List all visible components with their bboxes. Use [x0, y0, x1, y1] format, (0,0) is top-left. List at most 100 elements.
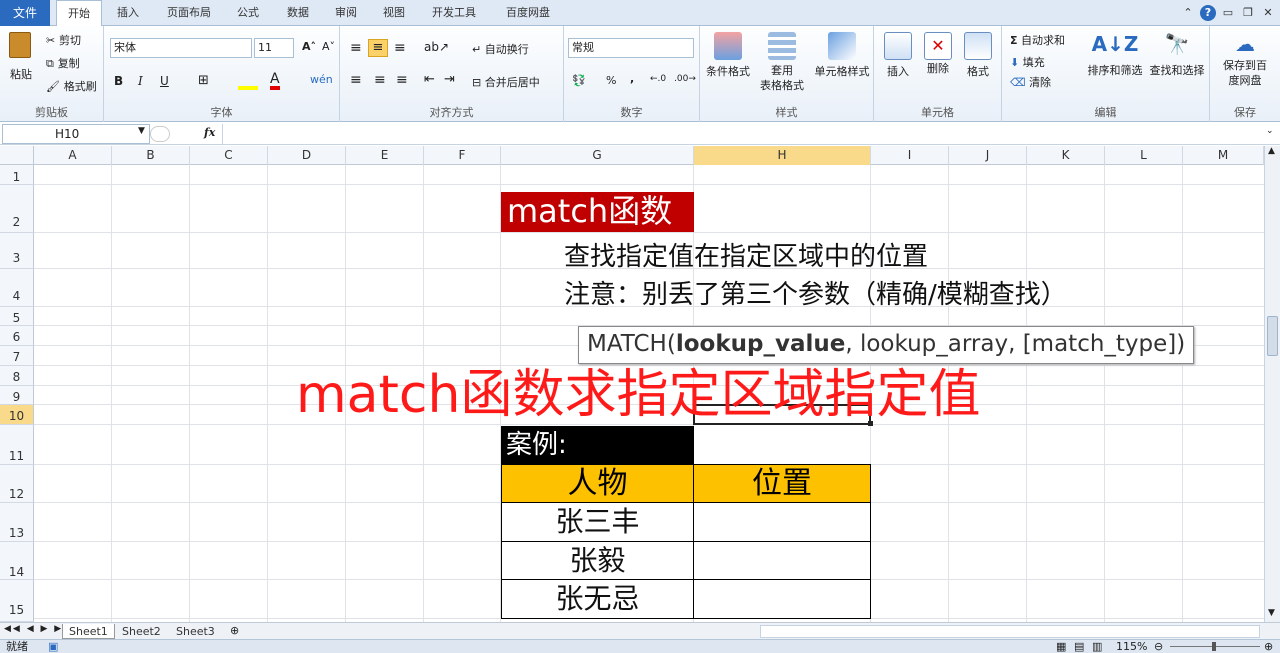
column-header-h[interactable]: H: [694, 146, 871, 165]
zoom-slider-thumb[interactable]: [1212, 642, 1216, 651]
column-header-k[interactable]: K: [1027, 146, 1105, 165]
vertical-scrollbar[interactable]: ▲ ▼: [1264, 146, 1280, 622]
column-header-b[interactable]: B: [112, 146, 190, 165]
row-header-5[interactable]: 5: [0, 307, 34, 326]
cell-styles-button[interactable]: 单元格样式: [812, 32, 872, 94]
restore-window-icon[interactable]: ❐: [1240, 5, 1256, 21]
grow-font-icon[interactable]: A˄: [302, 40, 316, 53]
phonetic-icon[interactable]: wén: [310, 73, 333, 86]
column-header-c[interactable]: C: [190, 146, 268, 165]
tab-review[interactable]: 审阅: [328, 0, 364, 26]
align-middle-icon[interactable]: ≡: [368, 39, 388, 57]
format-cells-button[interactable]: 格式: [958, 32, 998, 94]
case-label-cell[interactable]: 案例:: [501, 426, 694, 464]
row-header-11[interactable]: 11: [0, 425, 34, 465]
tab-home[interactable]: 开始: [56, 0, 102, 27]
tab-developer[interactable]: 开发工具: [424, 0, 484, 26]
formula-input[interactable]: [222, 124, 1264, 144]
sheet-tab-sheet1[interactable]: Sheet1: [62, 624, 115, 639]
decrease-decimal-icon[interactable]: .00→: [674, 74, 696, 84]
row-header-12[interactable]: 12: [0, 465, 34, 503]
column-header-m[interactable]: M: [1183, 146, 1264, 165]
row-header-14[interactable]: 14: [0, 542, 34, 580]
minimize-ribbon-icon[interactable]: ⌃: [1180, 5, 1196, 21]
column-header-f[interactable]: F: [424, 146, 501, 165]
new-sheet-icon[interactable]: ⊕: [230, 624, 239, 637]
column-header-g[interactable]: G: [501, 146, 694, 165]
sheet-tab-sheet3[interactable]: Sheet3: [170, 624, 221, 639]
row-header-10[interactable]: 10: [0, 405, 34, 425]
font-name-select[interactable]: 宋体: [110, 38, 252, 58]
format-as-table-button[interactable]: 套用 表格格式: [754, 32, 810, 94]
column-header-d[interactable]: D: [268, 146, 346, 165]
insert-function-icon[interactable]: fx: [204, 126, 215, 139]
increase-indent-icon[interactable]: ⇥: [444, 72, 455, 87]
position-cell[interactable]: [693, 541, 871, 580]
fill-color-icon[interactable]: [238, 74, 258, 90]
italic-button[interactable]: I: [138, 74, 143, 88]
scroll-down-icon[interactable]: ▼: [1268, 608, 1275, 618]
font-color-icon[interactable]: A: [270, 72, 280, 90]
bold-button[interactable]: B: [114, 74, 123, 88]
zoom-out-icon[interactable]: ⊖: [1154, 640, 1163, 653]
wrap-text-button[interactable]: ↵ 自动换行: [472, 41, 529, 57]
name-box-dropdown-icon[interactable]: ▼: [138, 126, 145, 136]
row-header-13[interactable]: 13: [0, 503, 34, 542]
row-header-9[interactable]: 9: [0, 386, 34, 405]
column-header-l[interactable]: L: [1105, 146, 1183, 165]
row-header-8[interactable]: 8: [0, 366, 34, 386]
increase-decimal-icon[interactable]: ←.0: [650, 74, 666, 84]
title-cell[interactable]: match函数: [501, 192, 694, 232]
row-header-7[interactable]: 7: [0, 346, 34, 366]
macro-record-icon[interactable]: ▣: [48, 640, 58, 653]
zoom-level[interactable]: 115%: [1116, 640, 1147, 653]
border-icon[interactable]: ⊞: [198, 73, 209, 88]
name-box[interactable]: H10: [2, 124, 150, 144]
align-bottom-icon[interactable]: ≡: [394, 40, 406, 56]
vertical-scroll-thumb[interactable]: [1267, 316, 1278, 356]
number-format-select[interactable]: 常规: [568, 38, 694, 58]
header-person-cell[interactable]: 人物: [501, 464, 694, 503]
find-select-button[interactable]: 🔭 查找和选择: [1146, 32, 1208, 94]
sheet-tab-sheet2[interactable]: Sheet2: [116, 624, 167, 639]
row-header-6[interactable]: 6: [0, 326, 34, 346]
tab-baidu-netdisk[interactable]: 百度网盘: [498, 0, 558, 26]
format-painter-button[interactable]: 🖌 格式刷: [46, 78, 102, 96]
conditional-format-button[interactable]: 条件格式: [704, 32, 752, 94]
fill-button[interactable]: ⬇ 填充: [1010, 54, 1045, 70]
column-header-a[interactable]: A: [34, 146, 112, 165]
column-header-i[interactable]: I: [871, 146, 949, 165]
insert-cells-button[interactable]: 插入: [878, 32, 918, 94]
person-cell[interactable]: 张毅: [501, 541, 694, 580]
row-header-15[interactable]: 15: [0, 580, 34, 622]
close-window-icon[interactable]: ✕: [1260, 5, 1276, 21]
select-all-corner[interactable]: [0, 146, 34, 165]
person-cell[interactable]: 张无忌: [501, 579, 694, 619]
comma-button[interactable]: ,: [630, 72, 634, 85]
header-position-cell[interactable]: 位置: [693, 464, 871, 503]
paste-button[interactable]: 粘贴: [6, 32, 36, 90]
sort-filter-button[interactable]: A↓Z 排序和筛选: [1084, 32, 1146, 94]
currency-icon[interactable]: 💱: [572, 74, 586, 87]
clear-button[interactable]: ⌫ 清除: [1010, 74, 1051, 90]
decrease-indent-icon[interactable]: ⇤: [424, 72, 435, 87]
percent-button[interactable]: %: [606, 74, 616, 87]
align-left-icon[interactable]: ≡: [350, 72, 362, 88]
align-top-icon[interactable]: ≡: [350, 40, 362, 56]
page-break-view-icon[interactable]: ▥: [1092, 640, 1102, 653]
shrink-font-icon[interactable]: A˅: [322, 40, 335, 53]
minimize-window-icon[interactable]: ▭: [1220, 5, 1236, 21]
align-center-icon[interactable]: ≡: [374, 72, 386, 88]
zoom-in-icon[interactable]: ⊕: [1264, 640, 1273, 653]
expand-formula-icon[interactable]: ⌄: [1266, 126, 1274, 136]
person-cell[interactable]: 张三丰: [501, 502, 694, 542]
column-header-j[interactable]: J: [949, 146, 1027, 165]
help-icon[interactable]: ?: [1200, 5, 1216, 21]
tab-formulas[interactable]: 公式: [230, 0, 266, 26]
orientation-icon[interactable]: ab↗: [424, 40, 449, 54]
row-header-2[interactable]: 2: [0, 185, 34, 233]
row-header-1[interactable]: 1: [0, 165, 34, 185]
font-size-select[interactable]: 11: [254, 38, 294, 58]
cut-button[interactable]: ✂ 剪切: [46, 32, 102, 50]
merge-center-button[interactable]: ⊟ 合并后居中: [472, 74, 540, 90]
